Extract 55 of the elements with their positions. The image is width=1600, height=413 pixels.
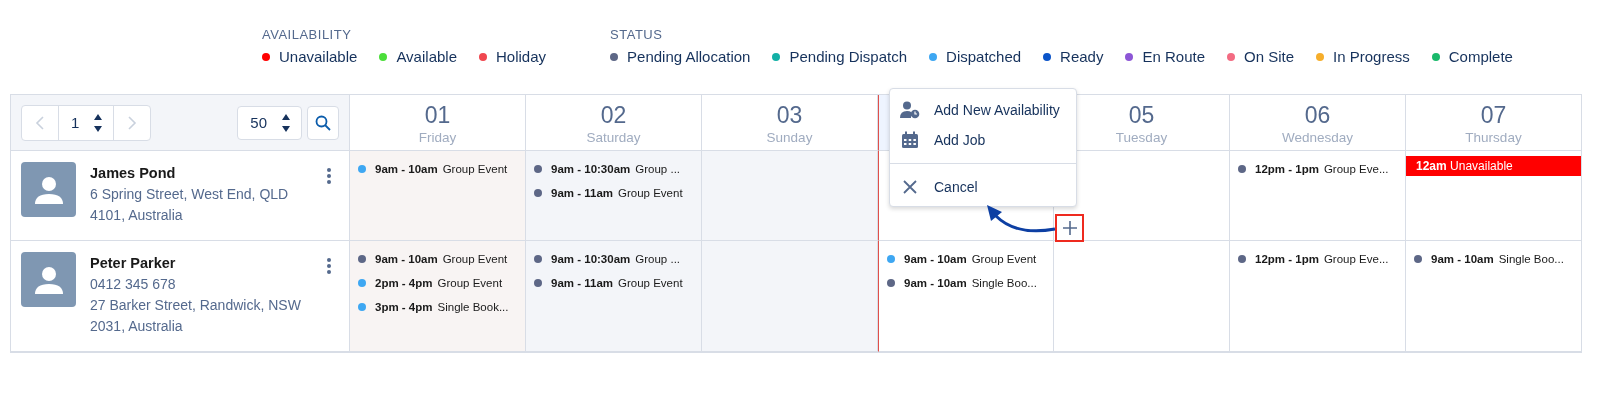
job-title: Group ... [635, 253, 681, 265]
day-number: 03 [775, 102, 804, 129]
day-number: 06 [1303, 102, 1332, 129]
legend-label: Pending Dispatch [789, 48, 908, 65]
job-time: 9am - 10am [904, 277, 967, 289]
job-title: Single Book... [437, 301, 509, 313]
day-number: 01 [423, 102, 452, 129]
legend-label: On Site [1244, 48, 1295, 65]
resource-name: Peter Parker [90, 255, 177, 271]
job-title: Single Boo... [1498, 253, 1564, 265]
weekday-label: Tuesday [1114, 130, 1169, 145]
legend-heading: STATUS [610, 27, 664, 42]
job-title: Group Event [618, 277, 683, 289]
job-title: Group Event [442, 163, 508, 175]
weekday-label: Saturday [585, 130, 642, 145]
job-time: 12pm - 1pm [1255, 163, 1319, 175]
legend-label: Holiday [496, 48, 547, 65]
job-time: 3pm - 4pm [375, 301, 433, 313]
job-title: Group ... [635, 163, 681, 175]
resource-name: James Pond [90, 165, 177, 181]
job-time: 9am - 10am [375, 253, 438, 265]
weekday-label: Thursday [1464, 130, 1523, 145]
job-title: Group Eve... [1323, 163, 1389, 175]
job-time: 9am - 10:30am [551, 253, 631, 265]
day-number: 02 [599, 102, 628, 129]
job-time: 9am - 11am [551, 187, 613, 199]
job-time: 9am - 10am [375, 163, 438, 175]
job-title: Single Boo... [971, 277, 1037, 289]
legend-heading: AVAILABILITY [262, 27, 353, 42]
job-title: Group Event [971, 253, 1037, 265]
legend-label: Pending Allocation [627, 48, 751, 65]
job-title: Group Event [618, 187, 683, 199]
legend-label: Dispatched [946, 48, 1022, 65]
job-time: 12pm - 1pm [1255, 253, 1319, 265]
legend-label: Available [396, 48, 457, 65]
resource-detail: 0412 345 678 [90, 275, 177, 294]
legend-label: En Route [1142, 48, 1205, 65]
legend-label: Unavailable [279, 48, 358, 65]
legend-label: In Progress [1333, 48, 1410, 65]
day-number: 07 [1479, 102, 1508, 129]
job-title: Group Event [442, 253, 508, 265]
job-title: Group Eve... [1323, 253, 1389, 265]
weekday-label: Friday [417, 130, 458, 145]
resource-detail: 6 Spring Street, West End, QLD 4101, Australia [90, 185, 290, 225]
legend-label: Complete [1448, 48, 1513, 65]
job-time: 9am - 10:30am [551, 163, 631, 175]
job-time: 9am - 10am [904, 253, 967, 265]
weekday-label: Sunday [765, 130, 814, 145]
job-time: 9am - 11am [551, 277, 613, 289]
job-title: Group Event [437, 277, 503, 289]
resource-detail: 27 Barker Street, Randwick, NSW 2031, Australia [90, 296, 302, 336]
job-time: 9am - 10am [1431, 253, 1494, 265]
weekday-label: Wednesday [1280, 130, 1354, 145]
legend-label: Ready [1060, 48, 1104, 65]
job-time: 2pm - 4pm [375, 277, 433, 289]
